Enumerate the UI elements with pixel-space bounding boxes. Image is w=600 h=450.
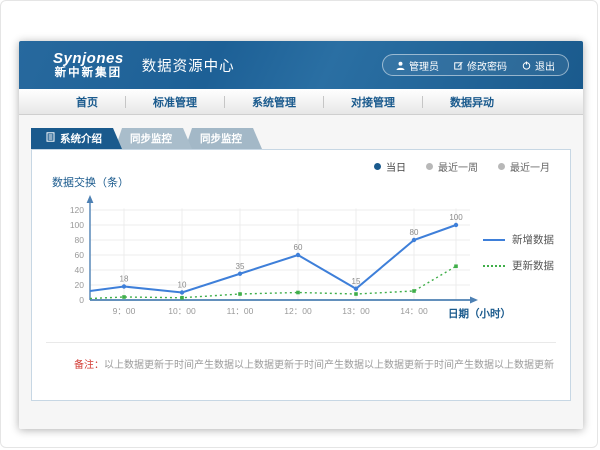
screenshot-frame: Synjones 新中新集团 数据资源中心 管理员 修改密码 — [0, 0, 598, 448]
range-option-label: 当日 — [386, 159, 406, 174]
svg-text:12：00: 12：00 — [284, 306, 312, 316]
chart-panel: 当日 最近一周 最近一月 数据交换（条） 0204060801001209：00… — [31, 149, 571, 401]
note-divider — [46, 342, 556, 343]
tab-sync-monitor-2[interactable]: 同步监控 — [185, 128, 262, 149]
tab-label: 同步监控 — [200, 131, 242, 146]
svg-text:40: 40 — [75, 265, 85, 275]
tab-label: 系统介绍 — [60, 131, 102, 146]
page-title: 数据资源中心 — [142, 55, 235, 76]
svg-text:80: 80 — [410, 228, 419, 237]
content-area: 系统介绍 同步监控 同步监控 当日 最近一周 — [19, 115, 583, 429]
logout-button[interactable]: 退出 — [522, 58, 555, 73]
svg-text:10：00: 10：00 — [168, 306, 196, 316]
svg-text:18: 18 — [120, 275, 129, 284]
tab-system-intro[interactable]: 系统介绍 — [31, 128, 122, 149]
svg-text:80: 80 — [75, 235, 85, 245]
footnote: 备注：以上数据更新于时间产生数据以上数据更新于时间产生数据以上数据更新于时间产生… — [74, 356, 554, 371]
tab-sync-monitor-1[interactable]: 同步监控 — [115, 128, 192, 149]
solid-line-swatch-icon — [483, 239, 505, 241]
svg-text:120: 120 — [70, 205, 84, 215]
svg-text:9：00: 9：00 — [113, 306, 136, 316]
nav-item-interface-mgmt[interactable]: 对接管理 — [324, 94, 422, 110]
change-password-button[interactable]: 修改密码 — [454, 58, 507, 73]
brand-logo: Synjones 新中新集团 — [53, 51, 124, 79]
svg-text:11：00: 11：00 — [227, 306, 254, 316]
svg-text:20: 20 — [75, 280, 85, 290]
main-nav: 首页 标准管理 系统管理 对接管理 数据异动 — [19, 89, 583, 115]
user-icon — [396, 61, 405, 70]
radio-icon — [498, 163, 505, 170]
nav-item-standard-mgmt[interactable]: 标准管理 — [126, 94, 224, 110]
footnote-label: 备注： — [74, 360, 104, 371]
range-option-today[interactable]: 当日 — [374, 159, 406, 174]
user-toolbar: 管理员 修改密码 退出 — [382, 54, 569, 76]
edit-icon — [454, 61, 463, 70]
footnote-text: 以上数据更新于时间产生数据以上数据更新于时间产生数据以上数据更新于时间产生数据以… — [104, 360, 554, 371]
svg-text:15: 15 — [352, 277, 361, 286]
nav-item-data-change[interactable]: 数据异动 — [423, 94, 521, 110]
tab-bar: 系统介绍 同步监控 同步监控 — [31, 128, 255, 149]
legend-label: 更新数据 — [512, 258, 554, 273]
range-option-last-week[interactable]: 最近一周 — [426, 159, 478, 174]
svg-text:60: 60 — [294, 243, 303, 252]
brand-logo-english: Synjones — [53, 51, 124, 67]
svg-text:日期（小时）: 日期（小时） — [448, 307, 511, 320]
range-option-last-month[interactable]: 最近一月 — [498, 159, 550, 174]
range-option-label: 最近一月 — [510, 159, 550, 174]
logout-label: 退出 — [535, 58, 555, 73]
document-icon — [46, 132, 55, 145]
svg-text:100: 100 — [449, 213, 463, 222]
svg-text:13：00: 13：00 — [342, 306, 370, 316]
svg-text:35: 35 — [236, 262, 245, 271]
legend-item-updated-data: 更新数据 — [483, 258, 554, 273]
legend-item-new-data: 新增数据 — [483, 232, 554, 247]
svg-text:14：00: 14：00 — [400, 306, 428, 316]
radio-icon — [426, 163, 433, 170]
change-password-label: 修改密码 — [467, 58, 507, 73]
svg-text:10: 10 — [178, 281, 187, 290]
brand-logo-chinese: 新中新集团 — [53, 67, 124, 79]
svg-text:60: 60 — [75, 250, 85, 260]
chart-legend: 新增数据 更新数据 — [483, 232, 554, 273]
current-user-button[interactable]: 管理员 — [396, 58, 439, 73]
svg-text:100: 100 — [70, 220, 84, 230]
tab-label: 同步监控 — [130, 131, 172, 146]
current-user-label: 管理员 — [409, 58, 439, 73]
legend-label: 新增数据 — [512, 232, 554, 247]
radio-selected-icon — [374, 163, 381, 170]
dotted-line-swatch-icon — [483, 265, 505, 267]
power-icon — [522, 61, 531, 70]
app-window: Synjones 新中新集团 数据资源中心 管理员 修改密码 — [19, 41, 583, 429]
range-selector: 当日 最近一周 最近一月 — [374, 159, 550, 174]
nav-item-system-mgmt[interactable]: 系统管理 — [225, 94, 323, 110]
app-header: Synjones 新中新集团 数据资源中心 管理员 修改密码 — [19, 41, 583, 89]
range-option-label: 最近一周 — [438, 159, 478, 174]
nav-item-home[interactable]: 首页 — [49, 94, 125, 110]
svg-text:0: 0 — [79, 295, 84, 305]
